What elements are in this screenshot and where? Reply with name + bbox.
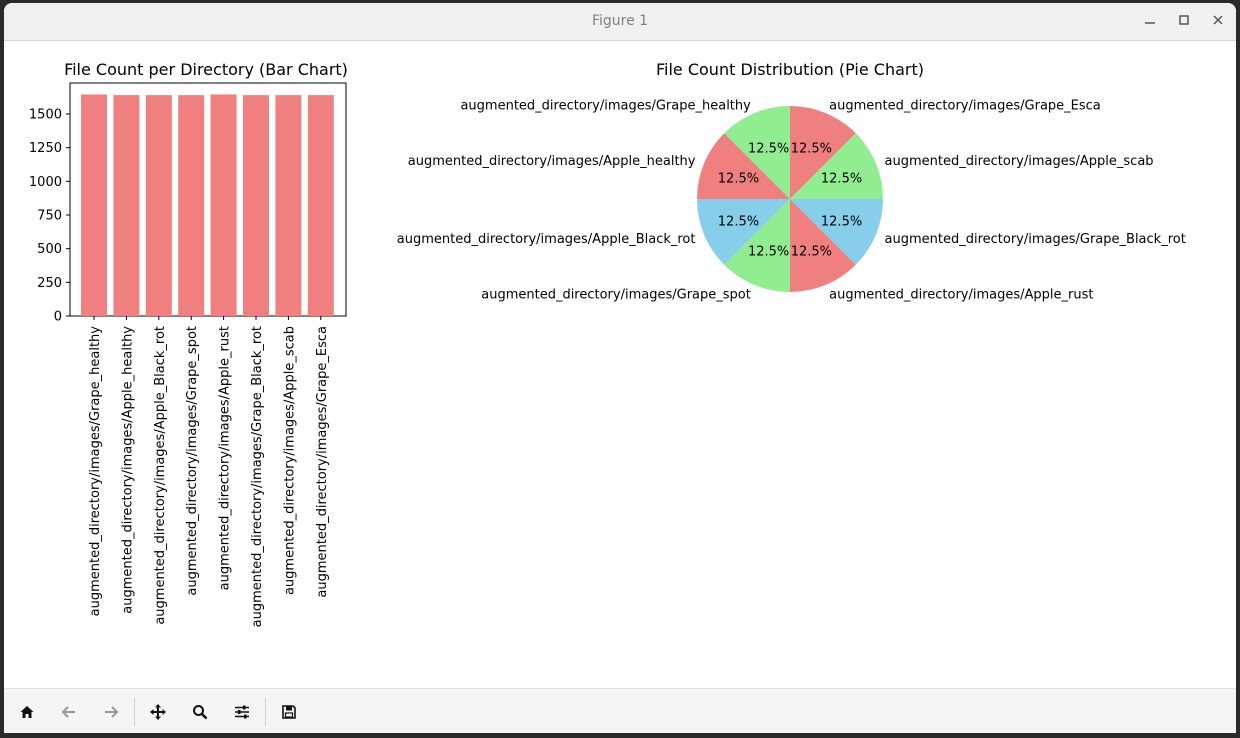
figure-canvas[interactable]: File Count per Directory (Bar Chart) 0 25… <box>4 41 1236 688</box>
pie-percent-label: 12.5% <box>791 141 832 156</box>
x-tick-label: augmented_directory/images/Grape_Black_r… <box>250 326 265 627</box>
zoom-icon <box>193 705 208 720</box>
pie-slice-label: augmented_directory/images/Apple_Black_r… <box>397 232 696 247</box>
y-tick-label: 1500 <box>29 107 62 122</box>
bar <box>210 94 237 317</box>
bar <box>178 95 205 316</box>
y-tick-label: 500 <box>37 242 62 257</box>
window-title: Figure 1 <box>591 13 649 29</box>
pie-chart: File Count Distribution (Pie Chart) 12.5… <box>397 60 1186 303</box>
bar <box>275 95 302 316</box>
pie-slice-label: augmented_directory/images/Grape_Esca <box>829 98 1101 113</box>
bar <box>145 95 172 316</box>
y-tick-label: 1250 <box>29 141 62 156</box>
x-tick-label: augmented_directory/images/Apple_scab <box>282 326 297 595</box>
zoom-button[interactable] <box>189 701 211 723</box>
maximize-button[interactable] <box>1173 11 1195 33</box>
home-icon <box>20 706 34 718</box>
arrow-right-icon <box>105 706 119 718</box>
arrow-left-icon <box>61 706 75 718</box>
pie-chart-title: File Count Distribution (Pie Chart) <box>656 60 924 79</box>
maximize-icon <box>1179 15 1189 25</box>
bar <box>307 95 334 316</box>
save-icon <box>282 705 296 719</box>
bar-chart-frame <box>69 82 347 317</box>
pie-percent-label: 12.5% <box>821 214 862 229</box>
x-tick-label: augmented_directory/images/Apple_rust <box>218 326 233 590</box>
close-icon <box>1213 15 1223 25</box>
pie-slice-label: augmented_directory/images/Apple_scab <box>885 154 1154 169</box>
y-tick-label: 750 <box>37 208 62 223</box>
bar-chart: File Count per Directory (Bar Chart) 0 25… <box>29 60 348 627</box>
y-tick-label: 1000 <box>29 175 62 190</box>
pie-slice-label: augmented_directory/images/Apple_rust <box>829 288 1093 303</box>
pie-percent-label: 12.5% <box>748 141 789 156</box>
x-tick-label: augmented_directory/images/Grape_Esca <box>315 326 330 598</box>
configure-subplots-button[interactable] <box>231 701 253 723</box>
pie-slice-label: augmented_directory/images/Grape_Black_r… <box>885 232 1186 247</box>
figure-svg: File Count per Directory (Bar Chart) 0 25… <box>29 60 1186 627</box>
bar <box>243 95 269 316</box>
y-tick-label: 0 <box>54 310 62 325</box>
sliders-icon <box>235 705 249 719</box>
back-button[interactable] <box>58 701 80 723</box>
title-bar: Figure 1 <box>4 3 1236 41</box>
navigation-toolbar <box>4 688 1236 733</box>
pan-button[interactable] <box>147 701 169 723</box>
bar-chart-title: File Count per Directory (Bar Chart) <box>64 60 348 79</box>
x-tick-label: augmented_directory/images/Grape_healthy <box>88 326 103 617</box>
toolbar-separator <box>134 698 135 726</box>
toolbar-separator <box>265 698 266 726</box>
home-button[interactable] <box>16 701 38 723</box>
save-button[interactable] <box>278 701 300 723</box>
pie-percent-label: 12.5% <box>748 245 789 260</box>
bar <box>81 94 107 317</box>
pie-percent-label: 12.5% <box>718 214 759 229</box>
minimize-icon <box>1145 22 1155 24</box>
forward-button[interactable] <box>100 701 122 723</box>
close-button[interactable] <box>1207 11 1229 33</box>
x-tick-label: augmented_directory/images/Apple_Black_r… <box>153 326 168 625</box>
figure-window: Figure 1 File Count per Directory (Bar C… <box>4 3 1236 733</box>
minimize-button[interactable] <box>1139 11 1161 33</box>
pie-slice-label: augmented_directory/images/Grape_spot <box>481 288 751 303</box>
pie-percent-label: 12.5% <box>718 172 759 187</box>
pie-percent-label: 12.5% <box>791 245 832 260</box>
pie-slice-label: augmented_directory/images/Grape_healthy <box>460 98 751 113</box>
x-tick-label: augmented_directory/images/Apple_healthy <box>120 326 135 614</box>
move-icon <box>150 704 166 720</box>
y-tick-label: 250 <box>37 276 62 291</box>
x-tick-label: augmented_directory/images/Grape_spot <box>185 326 200 596</box>
pie-slice-label: augmented_directory/images/Apple_healthy <box>408 154 696 169</box>
bar <box>113 95 140 316</box>
pie-percent-label: 12.5% <box>821 172 862 187</box>
